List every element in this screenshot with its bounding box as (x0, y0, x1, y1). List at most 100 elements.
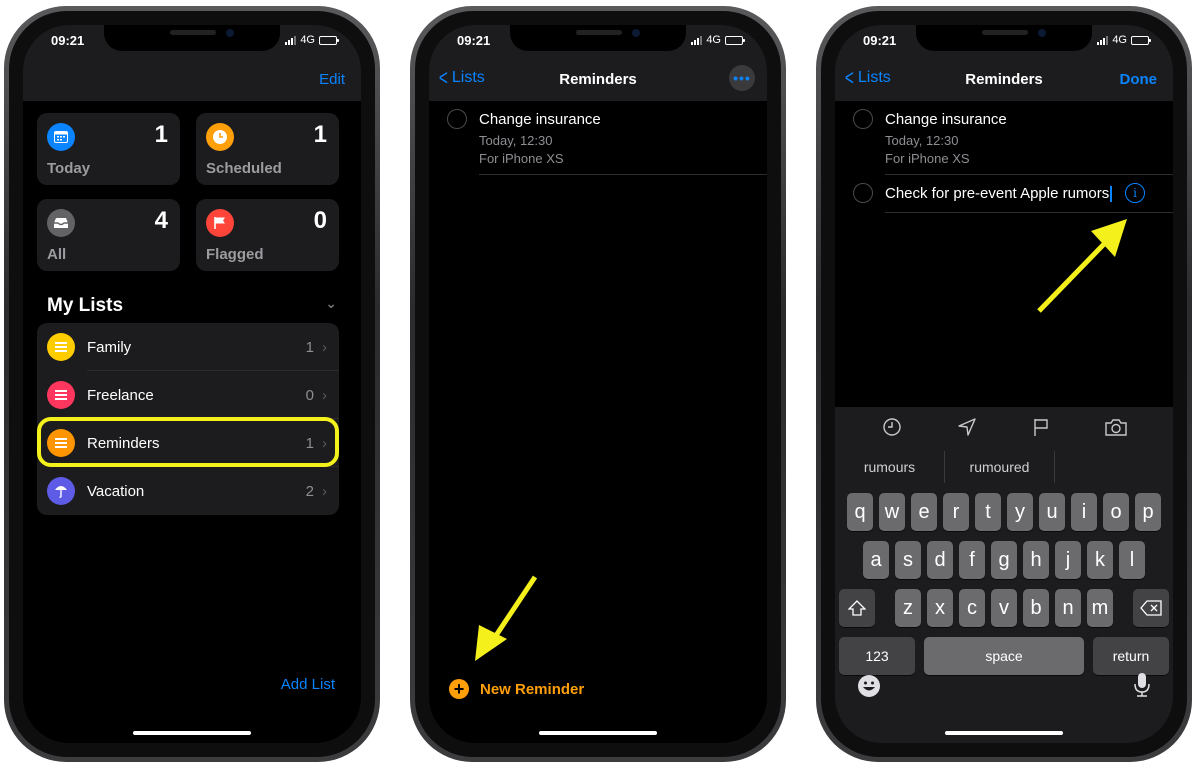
edit-button[interactable]: Edit (319, 71, 345, 88)
chevron-down-icon[interactable]: ⌄ (325, 295, 337, 312)
status-bar: 09:21 4G (429, 25, 767, 55)
key-x[interactable]: x (927, 589, 953, 627)
key-l[interactable]: l (1119, 541, 1145, 579)
list-item-freelance[interactable]: Freelance 0 › (37, 371, 339, 419)
shift-key[interactable] (839, 589, 875, 627)
key-e[interactable]: e (911, 493, 937, 531)
arrow-annotation (1037, 219, 1127, 313)
clock-icon[interactable] (880, 415, 904, 439)
key-s[interactable]: s (895, 541, 921, 579)
key-b[interactable]: b (1023, 589, 1049, 627)
suggestion[interactable]: rumoured (945, 451, 1055, 483)
key-y[interactable]: y (1007, 493, 1033, 531)
arrow-annotation (475, 575, 538, 661)
network-label: 4G (300, 34, 315, 46)
key-g[interactable]: g (991, 541, 1017, 579)
signal-icon (1097, 35, 1109, 45)
smart-list-flagged[interactable]: 0 Flagged (196, 199, 339, 271)
smart-list-count: 1 (313, 121, 327, 148)
list-name: Family (87, 338, 132, 356)
list-count: 2 (305, 482, 314, 500)
key-q[interactable]: q (847, 493, 873, 531)
flag-icon[interactable] (1029, 415, 1053, 439)
phone-frame-reminders: 09:21 4G < Lists Reminders ••• Change ins… (410, 6, 786, 762)
more-options-icon[interactable]: ••• (729, 65, 755, 91)
text-cursor (1110, 186, 1112, 203)
suggestion[interactable]: rumours (835, 451, 945, 483)
reminder-item-editing[interactable]: Check for pre-event Apple rumors i (835, 175, 1173, 213)
key-t[interactable]: t (975, 493, 1001, 531)
new-reminder-label: New Reminder (480, 680, 585, 698)
checkbox[interactable] (447, 109, 467, 129)
key-i[interactable]: i (1071, 493, 1097, 531)
list-icon (47, 381, 75, 409)
home-indicator[interactable] (945, 731, 1063, 735)
delete-key[interactable] (1133, 589, 1169, 627)
new-reminder-button[interactable]: + New Reminder (449, 679, 584, 699)
reminder-note: For iPhone XS (479, 151, 564, 166)
key-w[interactable]: w (879, 493, 905, 531)
numbers-key[interactable]: 123 (839, 637, 915, 675)
tray-icon (47, 209, 75, 237)
signal-icon (691, 35, 703, 45)
smart-list-label: Scheduled (206, 160, 282, 177)
calendar-icon (47, 123, 75, 151)
key-p[interactable]: p (1135, 493, 1161, 531)
reminder-title-input[interactable]: Check for pre-event Apple rumors (885, 185, 1112, 203)
status-bar: 09:21 4G (23, 25, 361, 55)
reminder-note: For iPhone XS (885, 151, 970, 166)
key-d[interactable]: d (927, 541, 953, 579)
key-m[interactable]: m (1087, 589, 1113, 627)
reminder-date: Today, 12:30 (885, 133, 959, 148)
emoji-icon[interactable] (857, 674, 881, 703)
suggestion-bar: rumours rumoured (835, 451, 1173, 483)
key-z[interactable]: z (895, 589, 921, 627)
network-label: 4G (706, 34, 721, 46)
reminder-date: Today, 12:30 (479, 133, 553, 148)
key-h[interactable]: h (1023, 541, 1049, 579)
chevron-right-icon: › (322, 482, 327, 500)
return-key[interactable]: return (1093, 637, 1169, 675)
smart-list-label: Today (47, 160, 91, 177)
key-k[interactable]: k (1087, 541, 1113, 579)
key-f[interactable]: f (959, 541, 985, 579)
status-time: 09:21 (51, 32, 85, 48)
list-count: 0 (305, 386, 314, 404)
list-count: 1 (305, 338, 314, 356)
smart-list-scheduled[interactable]: 1 Scheduled (196, 113, 339, 185)
camera-icon[interactable] (1104, 415, 1128, 439)
flag-icon (206, 209, 234, 237)
highlight-annotation (37, 417, 339, 467)
list-item-family[interactable]: Family 1 › (37, 323, 339, 371)
home-indicator[interactable] (133, 731, 251, 735)
chevron-right-icon: › (322, 386, 327, 404)
key-a[interactable]: a (863, 541, 889, 579)
battery-icon (319, 35, 339, 45)
space-key[interactable]: space (924, 637, 1084, 675)
key-o[interactable]: o (1103, 493, 1129, 531)
reminder-title: Change insurance (479, 111, 601, 128)
done-button[interactable]: Done (1120, 71, 1158, 88)
microphone-icon[interactable] (1133, 672, 1151, 703)
info-icon[interactable]: i (1125, 183, 1145, 203)
location-icon[interactable] (955, 415, 979, 439)
reminders-screen: 09:21 4G < Lists Reminders ••• Change ins… (429, 25, 767, 743)
key-c[interactable]: c (959, 589, 985, 627)
key-n[interactable]: n (1055, 589, 1081, 627)
reminder-item[interactable]: Change insurance Today, 12:30 For iPhone… (835, 101, 1173, 175)
smart-list-all[interactable]: 4 All (37, 199, 180, 271)
key-u[interactable]: u (1039, 493, 1065, 531)
key-v[interactable]: v (991, 589, 1017, 627)
list-item-vacation[interactable]: Vacation 2 › (37, 467, 339, 515)
key-j[interactable]: j (1055, 541, 1081, 579)
umbrella-icon (47, 477, 75, 505)
checkbox[interactable] (853, 183, 873, 203)
reminder-item[interactable]: Change insurance Today, 12:30 For iPhone… (429, 101, 767, 175)
keyboard: rumours rumoured qwertyuiop asdfghjkl zx… (835, 407, 1173, 743)
smart-list-today[interactable]: 1 Today (37, 113, 180, 185)
key-r[interactable]: r (943, 493, 969, 531)
add-list-button[interactable]: Add List (281, 676, 335, 693)
plus-icon: + (449, 679, 469, 699)
checkbox[interactable] (853, 109, 873, 129)
home-indicator[interactable] (539, 731, 657, 735)
